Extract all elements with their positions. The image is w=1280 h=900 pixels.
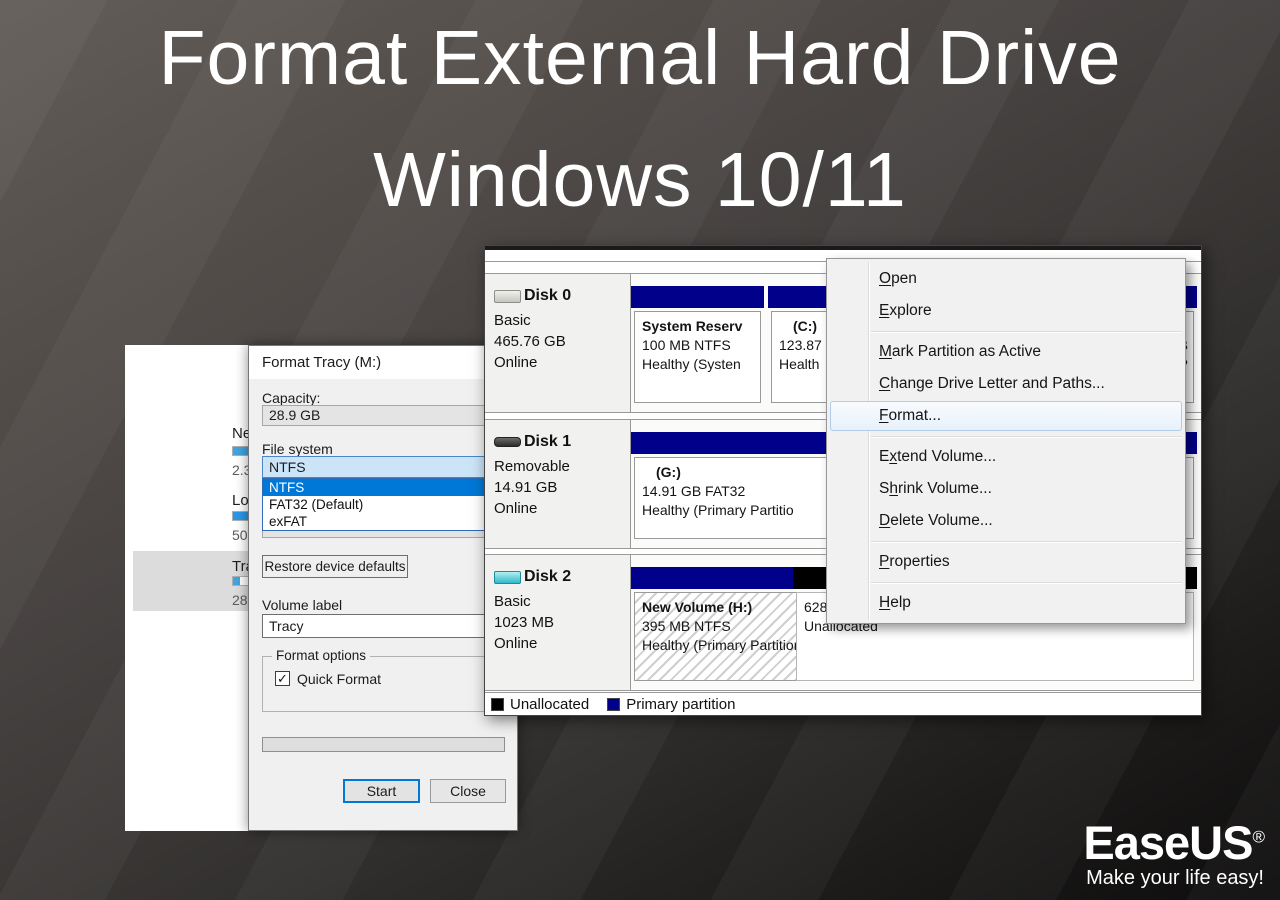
easeus-tagline: Make your life easy! bbox=[1086, 867, 1264, 889]
page-title-line1: Format External Hard Drive bbox=[158, 15, 1122, 101]
capacity-label: Capacity: bbox=[262, 390, 321, 406]
menu-item-help[interactable]: Help bbox=[827, 587, 1185, 619]
registered-trademark-symbol: ® bbox=[1252, 827, 1264, 847]
file-system-dropdown: NTFS FAT32 (Default) exFAT bbox=[262, 478, 505, 531]
disk-status: Online bbox=[494, 354, 538, 372]
partition-title: System Reserv bbox=[642, 318, 743, 334]
partition-size: 100 MB NTFS bbox=[642, 336, 731, 353]
menu-item-open[interactable]: Open bbox=[827, 263, 1185, 295]
format-dialog: Format Tracy (M:) Capacity: 28.9 GB File… bbox=[248, 345, 518, 831]
menu-item-explore[interactable]: Explore bbox=[827, 295, 1185, 327]
legend-bar: Unallocated Primary partition bbox=[485, 692, 1201, 715]
dialog-title: Format Tracy (M:) bbox=[262, 354, 382, 371]
partition-status: Healthy (Systen bbox=[642, 355, 741, 372]
menu-item-mark-partition-active[interactable]: Mark Partition as Active bbox=[827, 336, 1185, 368]
menu-item-extend-volume[interactable]: Ex tend Volume... bbox=[827, 441, 1185, 473]
page-background: Format External Hard Drive Windows 10/11… bbox=[0, 0, 1280, 900]
primary-partition-legend-swatch bbox=[607, 697, 621, 711]
disk-info-panel: Disk 0 Basic 465.76 GB Online bbox=[485, 274, 631, 412]
quick-format-label: Quick Format bbox=[297, 671, 382, 687]
disk-name: Disk 0 bbox=[524, 287, 572, 304]
partition-system-reserved[interactable]: System Reserv 100 MB NTFS Healthy (Syste… bbox=[631, 286, 764, 403]
file-system-select[interactable]: NTFS bbox=[262, 456, 505, 478]
format-options-groupbox: Format options Quick Format bbox=[262, 648, 505, 712]
partition-context-menu: Open Explore Mark Partition as Active Ch… bbox=[826, 258, 1186, 624]
disk-status: Online bbox=[494, 500, 538, 518]
format-progress-bar bbox=[262, 737, 505, 752]
legend-label: Unallocated bbox=[510, 695, 590, 713]
menu-item-properties[interactable]: Properties bbox=[827, 546, 1185, 578]
volume-label: Volume label bbox=[262, 597, 343, 613]
disk-name: Disk 2 bbox=[524, 568, 572, 585]
start-button[interactable]: Start bbox=[343, 779, 420, 803]
menu-separator bbox=[871, 582, 1182, 583]
easeus-branding: EaseUS® Make your life easy! bbox=[1083, 816, 1265, 890]
legend-label: Primary partition bbox=[626, 695, 736, 713]
disk-size: 1023 MB bbox=[494, 614, 555, 632]
disk-icon bbox=[494, 570, 521, 584]
menu-item-delete-volume[interactable]: Delete Volume... bbox=[827, 505, 1185, 537]
capacity-field: 28.9 GB bbox=[262, 405, 505, 426]
disk-type: Removable bbox=[494, 458, 570, 476]
dropdown-option-fat32[interactable]: FAT32 (Default) bbox=[263, 496, 504, 513]
disk-size: 465.76 GB bbox=[494, 333, 566, 351]
disk-status: Online bbox=[494, 635, 538, 653]
removable-disk-icon bbox=[494, 437, 521, 448]
page-title-line2: Windows 10/11 bbox=[373, 137, 907, 223]
file-system-label: File system bbox=[262, 441, 333, 457]
disk-size: 14.91 GB bbox=[494, 479, 558, 497]
disk-icon bbox=[494, 289, 521, 303]
menu-separator bbox=[871, 541, 1182, 542]
disk-info-panel: Disk 2 Basic 1023 MB Online bbox=[485, 555, 631, 690]
dialog-titlebar[interactable]: Format Tracy (M:) bbox=[249, 346, 517, 379]
dropdown-option-exfat[interactable]: exFAT bbox=[263, 513, 504, 530]
menu-item-format[interactable]: Format... bbox=[827, 400, 1185, 432]
close-button[interactable]: Close bbox=[430, 779, 506, 803]
menu-item-change-drive-letter[interactable]: Change Drive Letter and Paths... bbox=[827, 368, 1185, 400]
unallocated-legend-swatch bbox=[491, 697, 504, 711]
dropdown-option-ntfs[interactable]: NTFS bbox=[263, 479, 504, 496]
volume-label-input[interactable] bbox=[262, 614, 505, 638]
restore-defaults-button[interactable]: Restore device defaults bbox=[262, 555, 408, 578]
disk-info-panel: Disk 1 Removable 14.91 GB Online bbox=[485, 420, 631, 548]
menu-separator bbox=[871, 436, 1182, 437]
disk-type: Basic bbox=[494, 312, 531, 330]
format-options-label: Format options bbox=[272, 648, 371, 663]
disk-name: Disk 1 bbox=[524, 433, 572, 450]
partition-header bbox=[631, 286, 764, 308]
menu-item-shrink-volume[interactable]: Sh rink Volume... bbox=[827, 473, 1185, 505]
disk-type: Basic bbox=[494, 593, 531, 611]
easeus-logo: EaseUS® bbox=[1083, 816, 1265, 869]
quick-format-checkbox[interactable] bbox=[275, 671, 290, 686]
menu-separator bbox=[871, 331, 1182, 332]
